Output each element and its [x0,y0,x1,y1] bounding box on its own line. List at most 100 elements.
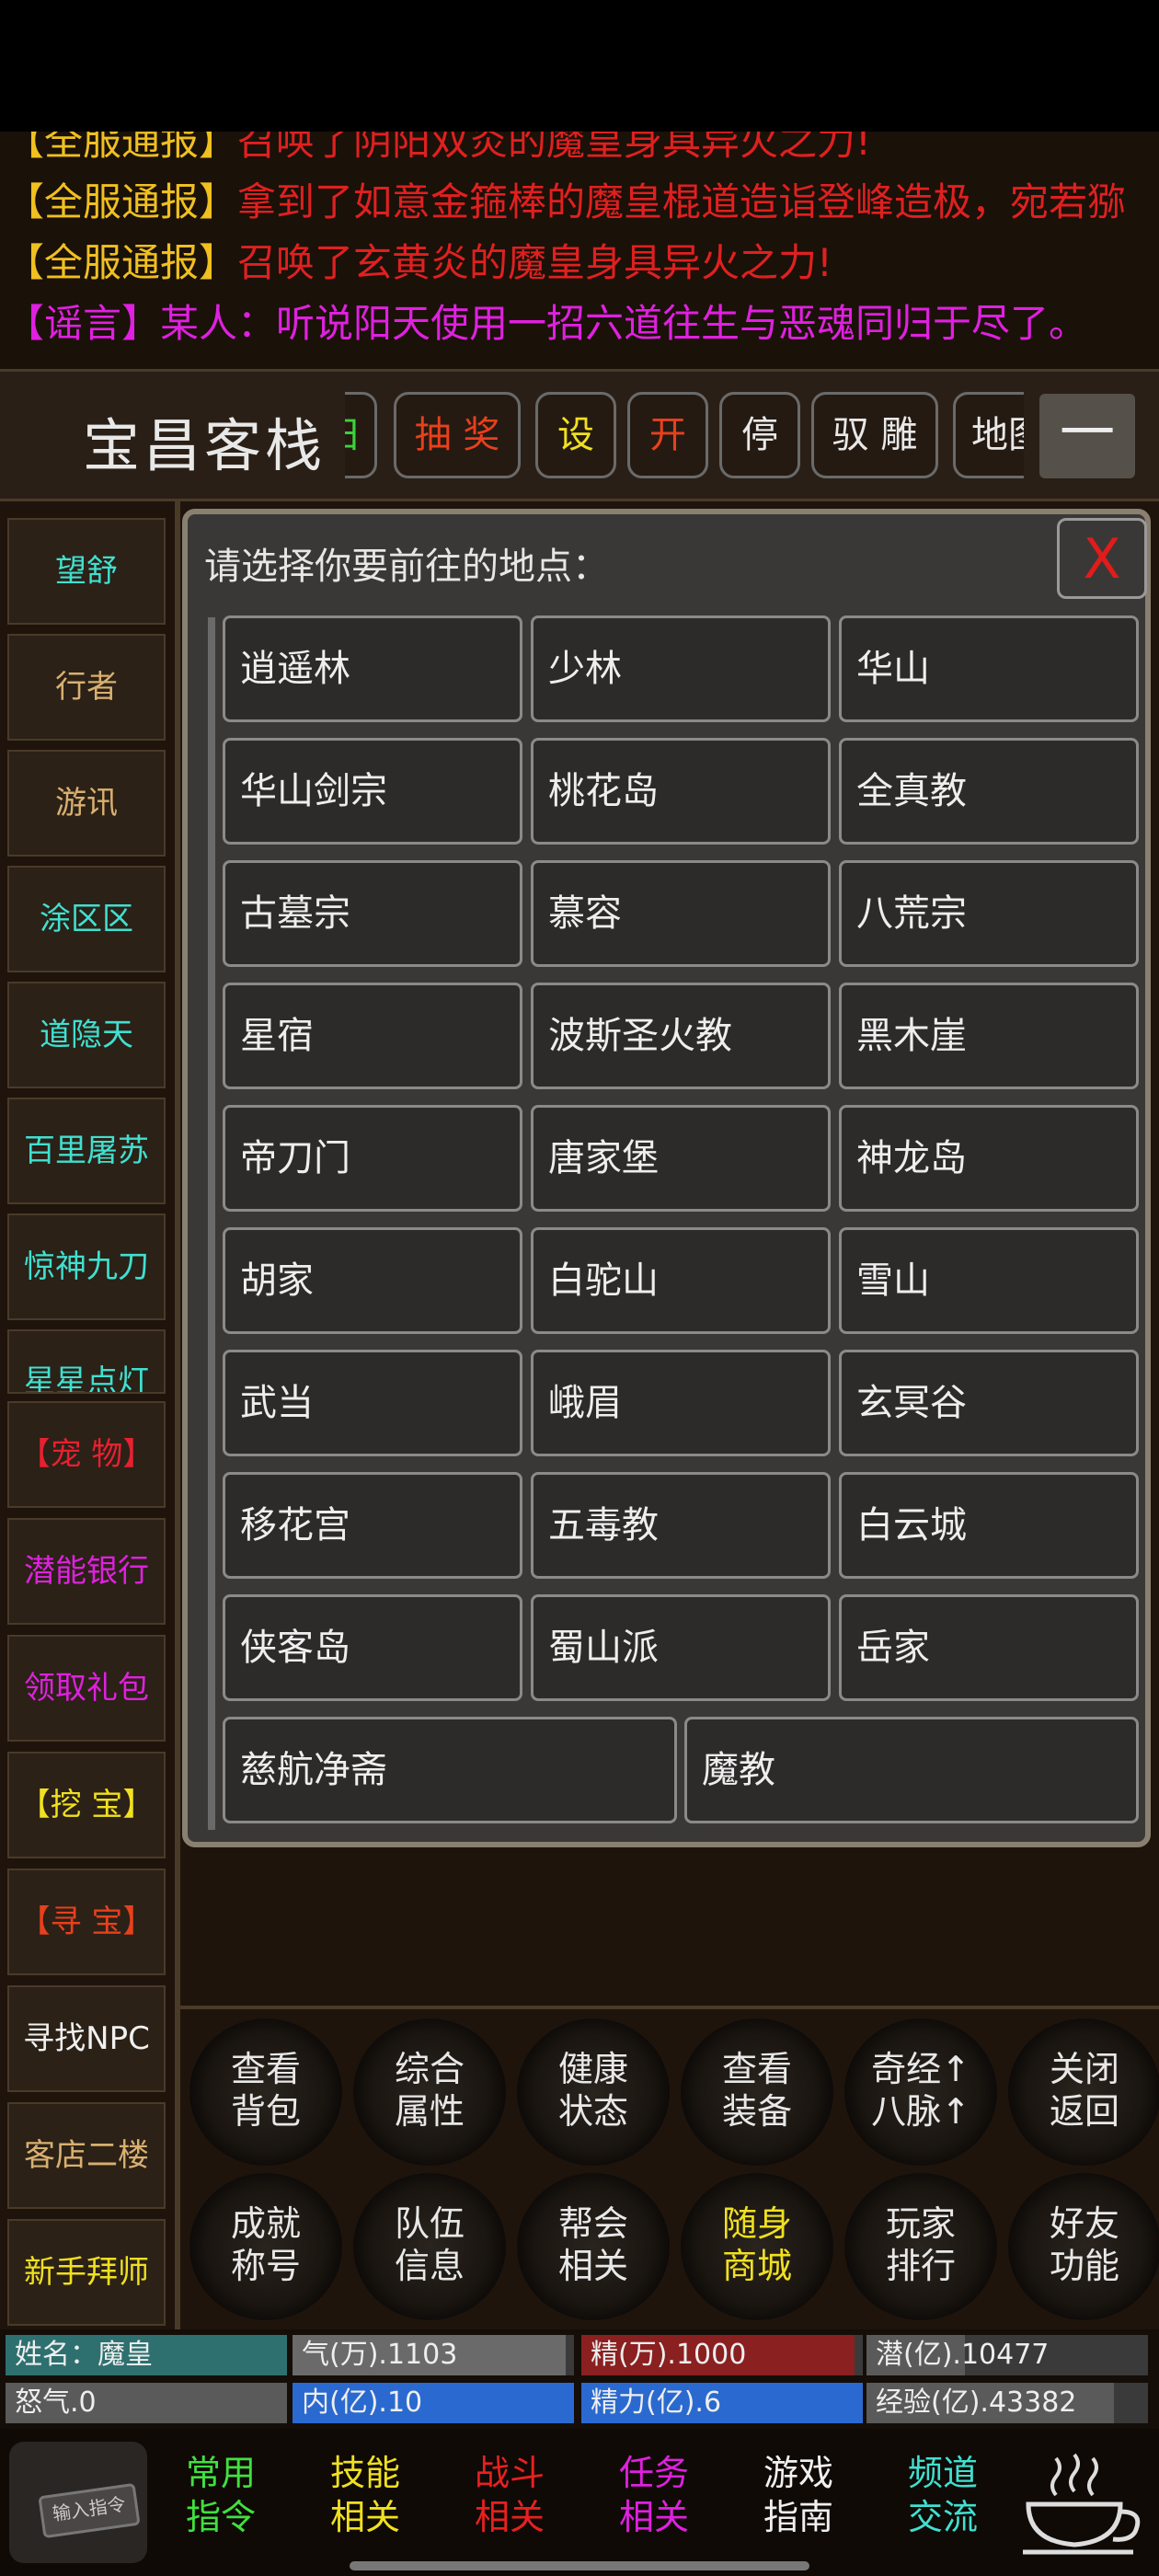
destination-button[interactable]: 古墓宗 [223,860,522,967]
function-button[interactable]: 健康 状态 [517,2018,670,2166]
destination-button[interactable]: 逍遥林 [223,615,522,722]
news-line: 【谣言】某人：听说阳天使用一招六道往生与恶魂同归于尽了。 [6,293,1087,354]
header-button[interactable]: 停 [719,392,800,478]
news-tag: 【谣言】 [6,301,161,346]
sidebar-item[interactable]: 行者 [7,634,166,741]
destination-button[interactable]: 慈航净斋 [223,1717,677,1823]
bottom-nav-item[interactable]: 任务 相关 [585,2451,723,2539]
destination-button[interactable]: 星宿 [223,983,522,1089]
destination-button[interactable]: 移花宫 [223,1472,522,1579]
sidebar-item[interactable]: 新手拜师 [7,2219,166,2326]
destination-button[interactable]: 五毒教 [531,1472,831,1579]
header-button[interactable]: 开 [627,392,708,478]
header-button[interactable]: 地图 [953,392,1024,478]
nav-label-line1: 技能 [329,2453,400,2493]
destination-button[interactable]: 帝刀门 [223,1105,522,1212]
news-line: 【全服通报】召唤了阴阳双炎的魔皇身具异火之力! [6,132,871,172]
function-label-line1: 帮会 [557,2203,628,2244]
stat-text: 姓名：魔皇 [15,2339,153,2371]
news-line: 【全服通报】拿到了如意金箍棒的魔皇棍道造诣登峰造极，宛若猕 [6,172,1126,233]
location-name: 宝昌客栈 [83,412,327,479]
bottom-nav-item[interactable]: 战斗 相关 [441,2451,579,2539]
news-feed: 【全服通报】召唤了阴阳双炎的魔皇身具异火之力! 【全服通报】拿到了如意金箍棒的魔皇… [0,132,1159,369]
sidebar-item[interactable]: 星星点灯 [7,1329,166,1394]
function-button[interactable]: 玩家 排行 [844,2173,997,2320]
function-button[interactable]: 查看 装备 [681,2018,833,2166]
destination-button[interactable]: 神龙岛 [839,1105,1139,1212]
destination-button[interactable]: 雪山 [839,1227,1139,1334]
header-button[interactable]: 抽 奖 [394,392,521,478]
sidebar-item[interactable]: 游讯 [7,750,166,857]
sidebar-item[interactable]: 道隐天 [7,982,166,1088]
command-input-button[interactable]: 输入指令 [9,2442,147,2563]
destination-button[interactable]: 华山 [839,615,1139,722]
sidebar-item[interactable]: 寻找NPC [7,1985,166,2092]
function-button[interactable]: 队伍 信息 [353,2173,506,2320]
sidebar-item[interactable]: 百里屠苏 [7,1098,166,1204]
bottom-nav-item[interactable]: 技能 相关 [296,2451,434,2539]
destination-button[interactable]: 胡家 [223,1227,522,1334]
function-button[interactable]: 随身 商城 [681,2173,833,2320]
stat-field: 气(万).1103 [293,2335,574,2375]
destination-button[interactable]: 少林 [531,615,831,722]
destination-button[interactable]: 侠客岛 [223,1594,522,1701]
header-button[interactable]: 驭 雕 [811,392,938,478]
function-button[interactable]: 帮会 相关 [517,2173,670,2320]
sidebar-item[interactable]: 涂区区 [7,866,166,972]
destination-button[interactable]: 岳家 [839,1594,1139,1701]
destination-button[interactable]: 蜀山派 [531,1594,831,1701]
destination-button[interactable]: 华山剑宗 [223,738,522,845]
sidebar-item[interactable]: 【寻 宝】 [7,1869,166,1975]
stat-field: 内(亿).10 [293,2383,574,2423]
bottom-nav-item[interactable]: 常用 指令 [152,2451,290,2539]
destination-button[interactable]: 武当 [223,1350,522,1456]
destination-button[interactable]: 白云城 [839,1472,1139,1579]
quick-buttons-strip[interactable]: 彐抽 奖设开停驭 雕地图 [345,392,1024,480]
sidebar-item[interactable]: 惊神九刀 [7,1213,166,1320]
function-button[interactable]: 关闭 返回 [1008,2018,1159,2166]
sidebar: 望舒 行者 游讯 涂区区 道隐天 百里屠苏 惊神九刀星星点灯【宠 物】 潜能银行 领取礼包 【挖 … [0,501,175,2341]
news-tag: 【全服通报】 [6,179,238,224]
home-indicator[interactable] [350,2561,809,2570]
nav-label-line1: 战斗 [474,2453,545,2493]
function-label-line1: 关闭 [1049,2049,1119,2089]
function-button[interactable]: 查看 背包 [189,2018,342,2166]
bottom-nav-item[interactable]: 游戏 指南 [729,2451,867,2539]
status-bar-area [0,0,1159,132]
news-line: 【全服通报】召唤了玄黄炎的魔皇身具异火之力! [6,233,832,293]
bottom-nav-item[interactable]: 频道 交流 [874,2451,1012,2539]
teacup-icon[interactable] [1019,2449,1148,2559]
scrollbar[interactable] [208,617,215,1830]
destination-button[interactable]: 波斯圣火教 [531,983,831,1089]
function-label-line2: 八脉↑ [871,2091,970,2132]
function-label-line2: 装备 [721,2091,792,2132]
header-button[interactable]: 彐 [345,392,377,478]
close-button[interactable]: X [1057,518,1147,599]
destination-button[interactable]: 全真教 [839,738,1139,845]
header-button[interactable]: 设 [535,392,616,478]
sidebar-item[interactable]: 【挖 宝】 [7,1752,166,1858]
command-input-label: 输入指令 [38,2482,141,2539]
destination-button[interactable]: 峨眉 [531,1350,831,1456]
nav-label-line1: 常用 [185,2453,256,2493]
sidebar-item[interactable]: 望舒 [7,518,166,625]
nav-label-line1: 任务 [618,2453,689,2493]
destination-button[interactable]: 慕容 [531,860,831,967]
destination-button[interactable]: 唐家堡 [531,1105,831,1212]
collapse-button[interactable]: 一 [1039,394,1135,478]
destination-button[interactable]: 魔教 [684,1717,1139,1823]
destination-button[interactable]: 黑木崖 [839,983,1139,1089]
function-button[interactable]: 成就 称号 [189,2173,342,2320]
destination-button[interactable]: 桃花岛 [531,738,831,845]
sidebar-item[interactable]: 客店二楼 [7,2102,166,2209]
function-button[interactable]: 好友 功能 [1008,2173,1159,2320]
sidebar-item[interactable]: 【宠 物】 [7,1401,166,1508]
sidebar-item[interactable]: 潜能银行 [7,1518,166,1625]
function-button[interactable]: 奇经↑ 八脉↑ [844,2018,997,2166]
function-button[interactable]: 综合 属性 [353,2018,506,2166]
destination-button[interactable]: 白驼山 [531,1227,831,1334]
sidebar-item[interactable]: 领取礼包 [7,1635,166,1742]
destination-button[interactable]: 八荒宗 [839,860,1139,967]
destination-button[interactable]: 玄冥谷 [839,1350,1139,1456]
function-label-line2: 排行 [885,2246,956,2286]
